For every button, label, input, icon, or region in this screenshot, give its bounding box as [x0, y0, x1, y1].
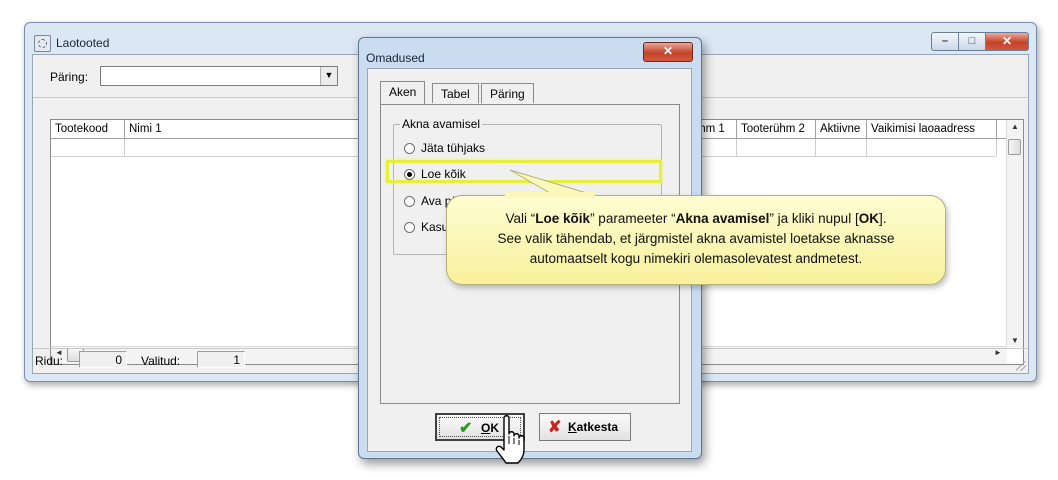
radio-button[interactable]	[404, 143, 415, 154]
vertical-scrollbar[interactable]: ▲ ▼	[1006, 120, 1023, 347]
window-title: Laotooted	[56, 36, 110, 50]
resize-grip-icon[interactable]	[1016, 361, 1026, 371]
minimize-icon: –	[941, 35, 949, 47]
combo-arrow-icon[interactable]: ▼	[320, 67, 337, 85]
maximize-icon: □	[968, 35, 976, 47]
tab-aken[interactable]: Aken	[380, 81, 426, 104]
rows-count: 0	[79, 351, 127, 368]
table-cell[interactable]	[816, 139, 867, 156]
maximize-button[interactable]: □	[958, 32, 985, 51]
close-icon: ✕	[662, 44, 674, 58]
callout-line-2: See valik tähendab, et järgmistel akna a…	[497, 231, 895, 246]
cancel-button[interactable]: ✘ Katkesta	[539, 413, 631, 441]
group-title: Akna avamisel	[400, 117, 483, 131]
scroll-up-icon[interactable]: ▲	[1007, 122, 1023, 131]
callout-pointer-joint	[505, 192, 595, 198]
radio-button[interactable]	[404, 222, 415, 233]
table-cell[interactable]	[51, 139, 125, 156]
selected-label: Valitud:	[141, 354, 181, 368]
column-header[interactable]: Vaikimisi laoaadress	[867, 120, 997, 138]
tab-paring[interactable]: Päring	[481, 83, 534, 103]
dialog-close-button[interactable]: ✕	[643, 42, 693, 62]
instruction-callout: Vali “Loe kõik” parameeter “Akna avamise…	[446, 195, 946, 285]
radio-label: Jäta tühjaks	[421, 141, 486, 155]
callout-text: Vali “Loe kõik” parameeter “Akna avamise…	[457, 209, 935, 269]
dialog-title: Omadused	[366, 51, 425, 65]
app-icon	[34, 35, 51, 52]
vertical-scroll-thumb[interactable]	[1008, 139, 1021, 155]
column-header[interactable]: Aktiivne	[816, 120, 867, 138]
minimize-button[interactable]: –	[931, 32, 958, 51]
selected-count: 1	[197, 351, 245, 368]
column-header[interactable]: Tootekood	[51, 120, 125, 138]
window-controls: – □ ✕	[931, 32, 1029, 51]
close-button[interactable]: ✕	[985, 32, 1029, 51]
query-label: Päring:	[50, 70, 89, 84]
cancel-label: Katkesta	[568, 420, 619, 434]
hand-cursor-icon	[495, 415, 525, 464]
close-icon: ✕	[1001, 34, 1013, 48]
query-combobox[interactable]: ▼	[100, 66, 338, 86]
callout-line-1: Vali “Loe kõik” parameeter “Akna avamise…	[505, 211, 887, 226]
tab-tabel[interactable]: Tabel	[432, 83, 479, 103]
scroll-down-icon[interactable]: ▼	[1007, 336, 1023, 345]
rows-label: Ridu:	[35, 354, 64, 368]
check-icon: ✔	[459, 420, 473, 437]
table-cell[interactable]	[737, 139, 816, 156]
table-cell[interactable]	[867, 139, 997, 156]
radio-button[interactable]	[404, 196, 415, 207]
column-header[interactable]: Tooterühm 2	[737, 120, 816, 138]
callout-line-3: automaatselt kogu nimekiri olemasolevate…	[529, 251, 863, 266]
cross-icon: ✘	[548, 419, 562, 436]
